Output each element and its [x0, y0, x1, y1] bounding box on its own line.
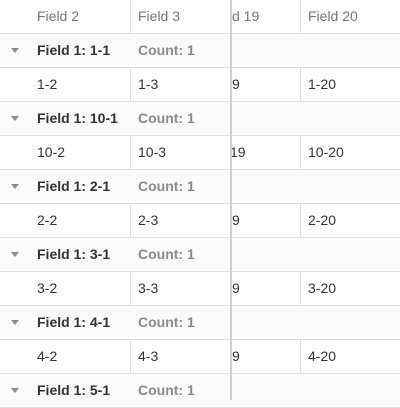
- cell-field-3: 10-3: [138, 144, 167, 160]
- chevron-down-icon[interactable]: [8, 374, 22, 407]
- column-header-field-19[interactable]: d 19: [232, 0, 299, 33]
- group-row[interactable]: Field 1: 10-1 Count: 1: [0, 102, 400, 136]
- column-separator: [300, 340, 301, 373]
- group-count: Count: 1: [138, 382, 195, 398]
- cell-field-2: 1-2: [37, 76, 58, 92]
- cell-field-19: 19: [230, 144, 246, 160]
- column-separator: [300, 272, 301, 305]
- chevron-down-icon[interactable]: [8, 306, 22, 339]
- column-separator: [130, 340, 131, 373]
- group-title: Field 1: 2-1: [37, 178, 111, 194]
- column-separator: [130, 136, 131, 169]
- group-count: Count: 1: [138, 314, 195, 330]
- cell-field-3: 2-3: [138, 212, 159, 228]
- cell-field-2: 10-2: [37, 144, 66, 160]
- table-row[interactable]: 1-2 1-3 9 1-20: [0, 68, 400, 102]
- group-row[interactable]: Field 1: 3-1 Count: 1: [0, 238, 400, 272]
- group-count: Count: 1: [138, 110, 195, 126]
- group-title: Field 1: 1-1: [37, 42, 111, 58]
- grid-header: Field 2 Field 3 d 19 Field 20: [0, 0, 400, 34]
- column-separator: [130, 0, 131, 33]
- group-title: Field 1: 4-1: [37, 314, 111, 330]
- cell-field-2: 4-2: [37, 348, 58, 364]
- chevron-down-icon[interactable]: [8, 238, 22, 271]
- table-row[interactable]: 3-2 3-3 9 3-20: [0, 272, 400, 306]
- table-row[interactable]: 10-2 10-3 19 10-20: [0, 136, 400, 170]
- cell-field-19: 9: [232, 76, 240, 92]
- group-row[interactable]: Field 1: 4-1 Count: 1: [0, 306, 400, 340]
- column-header-field-20[interactable]: Field 20: [308, 0, 398, 33]
- chevron-down-icon[interactable]: [8, 34, 22, 67]
- cell-field-2: 3-2: [37, 280, 58, 296]
- group-count: Count: 1: [138, 246, 195, 262]
- chevron-down-icon[interactable]: [8, 102, 22, 135]
- column-separator: [130, 272, 131, 305]
- cell-field-19: 9: [232, 348, 240, 364]
- column-separator: [300, 204, 301, 237]
- cell-field-2: 2-2: [37, 212, 58, 228]
- group-title: Field 1: 10-1: [37, 110, 118, 126]
- group-count: Count: 1: [138, 178, 195, 194]
- column-header-field-3[interactable]: Field 3: [138, 0, 228, 33]
- cell-field-3: 1-3: [138, 76, 159, 92]
- column-separator: [300, 136, 301, 169]
- column-header-field-2[interactable]: Field 2: [37, 0, 129, 33]
- cell-field-19: 9: [232, 280, 240, 296]
- group-title: Field 1: 3-1: [37, 246, 111, 262]
- cell-field-20: 1-20: [308, 76, 337, 92]
- cell-field-3: 4-3: [138, 348, 159, 364]
- column-separator: [130, 204, 131, 237]
- group-count: Count: 1: [138, 42, 195, 58]
- column-separator: [300, 0, 301, 33]
- column-separator: [300, 68, 301, 101]
- group-row[interactable]: Field 1: 2-1 Count: 1: [0, 170, 400, 204]
- pinned-column-divider[interactable]: [230, 0, 232, 400]
- cell-field-3: 3-3: [138, 280, 159, 296]
- cell-field-20: 4-20: [308, 348, 337, 364]
- table-row[interactable]: 4-2 4-3 9 4-20: [0, 340, 400, 374]
- table-row[interactable]: 2-2 2-3 9 2-20: [0, 204, 400, 238]
- group-row[interactable]: Field 1: 1-1 Count: 1: [0, 34, 400, 68]
- column-separator: [130, 68, 131, 101]
- cell-field-20: 3-20: [308, 280, 337, 296]
- cell-field-20: 10-20: [308, 144, 344, 160]
- cell-field-19: 9: [232, 212, 240, 228]
- group-title: Field 1: 5-1: [37, 382, 111, 398]
- group-row[interactable]: Field 1: 5-1 Count: 1: [0, 374, 400, 408]
- data-grid: Field 2 Field 3 d 19 Field 20 Field 1: 1…: [0, 0, 400, 408]
- chevron-down-icon[interactable]: [8, 170, 22, 203]
- cell-field-20: 2-20: [308, 212, 337, 228]
